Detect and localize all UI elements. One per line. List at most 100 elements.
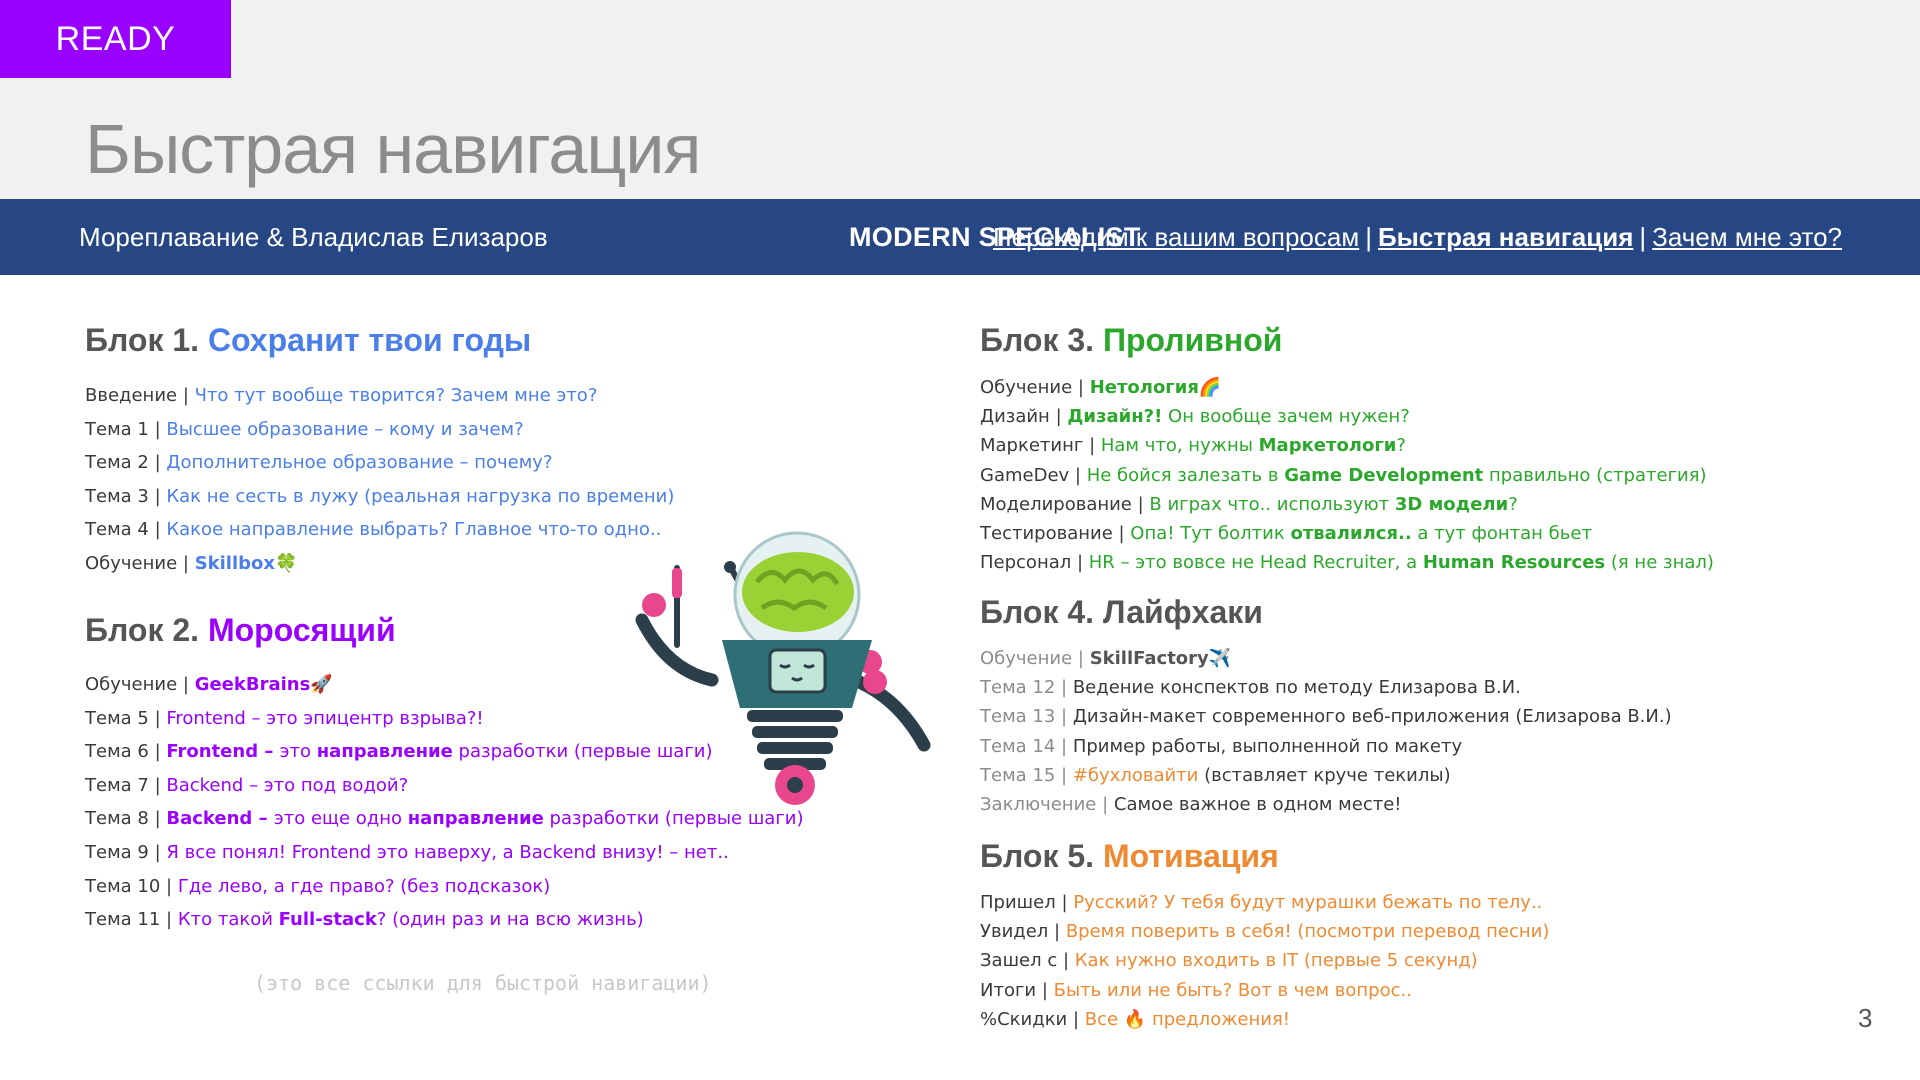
item-link-text: HR – это вовсе не Head Recruiter, а [1088, 552, 1423, 574]
block-3-heading: Блок 3. Проливной [980, 322, 1282, 359]
item-link[interactable]: Какое направление выбрать? Главное что-т… [166, 519, 661, 540]
block-4-list: Обучение | SkillFactory✈️ Тема 12 | Веде… [980, 644, 1672, 819]
item-link[interactable]: Быть или не быть? Вот в чем вопрос.. [1054, 980, 1412, 1001]
item-link[interactable]: Время поверить в себя! (посмотри перевод… [1066, 921, 1550, 942]
navigation-bar: Мореплавание & Владислав Елизаров MODERN… [0, 199, 1920, 275]
item-link[interactable]: Кто такой Full-stack? (один раз и на всю… [178, 909, 644, 930]
item-prefix: Пришел [980, 892, 1056, 913]
nav-separator: | [1639, 222, 1647, 252]
item-link[interactable]: В играх что.. используют 3D модели? [1149, 494, 1517, 515]
list-item: Тема 14 | Пример работы, выполненной по … [980, 732, 1672, 761]
nav-separator: | [1365, 222, 1372, 252]
item-link-bold: Дизайн?! [1067, 406, 1163, 428]
nav-link-questions[interactable]: Переходим к вашим вопросам [993, 222, 1359, 252]
robot-wheel-hub [787, 777, 803, 793]
robot-hand-right-fingers [863, 670, 887, 694]
item-link[interactable]: Backend – это под водой? [166, 775, 408, 796]
rainbow-icon: 🌈 [1198, 377, 1222, 398]
separator: | [1057, 950, 1075, 972]
block-3-list: Обучение | Нетология🌈 Дизайн | Дизайн?! … [980, 373, 1714, 577]
item-prefix: Итоги [980, 979, 1037, 1001]
separator: | [1131, 493, 1150, 515]
block-name: Сохранит твои годы [207, 322, 532, 358]
separator: | [148, 452, 167, 474]
item-link[interactable]: Русский? У тебя будут мурашки бежать по … [1073, 892, 1542, 913]
item-link-text: правильно (стратегия) [1483, 464, 1707, 486]
clover-icon: 🍀 [275, 552, 298, 574]
block-1-list: Введение | Что тут вообще творится? Заче… [85, 379, 674, 581]
separator: | [148, 519, 167, 541]
item-prefix: Тема 3 [85, 485, 149, 507]
item-link[interactable]: Не бойся залезать в Game Development пра… [1087, 465, 1707, 486]
separator: | [1067, 1008, 1085, 1030]
item-prefix: Тема 1 [85, 418, 149, 440]
separator: | [148, 707, 167, 729]
nav-link-why[interactable]: Зачем мне это? [1652, 222, 1842, 252]
item-link[interactable]: Я все понял! Frontend это наверху, а Bac… [166, 842, 728, 863]
item-link[interactable]: Где лево, а где право? (без подсказок) [178, 876, 550, 897]
item-link[interactable]: Frontend – это направление разработки (п… [166, 741, 712, 762]
item-prefix: Тема 5 [85, 707, 149, 729]
block-label: Блок 4. [980, 594, 1095, 630]
item-link-bold: направление [407, 808, 544, 830]
nav-links: Переходим к вашим вопросам | Быстрая навиг… [993, 199, 1842, 275]
item-link-bold: Frontend – [166, 741, 280, 763]
separator: | [1071, 552, 1089, 574]
list-item: Тема 2 | Дополнительное образование – по… [85, 446, 674, 480]
brain-icon [742, 552, 854, 632]
ready-badge: READY [0, 0, 231, 78]
block-name: Лайфхаки [1102, 594, 1263, 630]
item-prefix: Тема 11 [85, 909, 161, 931]
separator: | [1096, 793, 1114, 815]
list-item: Заключение | Самое важное в одном месте! [980, 790, 1672, 819]
item-link[interactable]: Как не сесть в лужу (реальная нагрузка п… [166, 486, 674, 507]
item-link[interactable]: #бухловайти (вставляет круче текилы) [1073, 765, 1451, 786]
item-link[interactable]: Frontend – это эпицентр взрыва?! [166, 708, 483, 729]
item-link[interactable]: Как нужно входить в IT (первые 5 секунд) [1075, 950, 1478, 971]
item-link[interactable]: GeekBrains [195, 674, 311, 695]
item-prefix: Введение [85, 385, 178, 406]
item-prefix: Обучение [85, 552, 178, 574]
item-link[interactable]: Опа! Тут болтик отвалился.. а тут фонтан… [1130, 523, 1592, 544]
item-link[interactable]: SkillFactory [1090, 648, 1209, 669]
item-link[interactable]: Что тут вообще творится? Зачем мне это? [195, 385, 598, 406]
list-item: Тема 4 | Какое направление выбрать? Глав… [85, 513, 674, 547]
item-prefix: Обучение [980, 648, 1073, 669]
list-item: Обучение | SkillFactory✈️ [980, 644, 1672, 673]
item-link[interactable]: Backend – это еще одно направление разра… [166, 808, 803, 829]
list-item: %Скидки | Все 🔥 предложения! [980, 1005, 1549, 1034]
item-prefix: Заключение [980, 793, 1097, 815]
robot-brain-illustration [635, 531, 931, 805]
item-link[interactable]: Дизайн-макет современного веб-приложения… [1073, 706, 1672, 727]
list-item: Тема 13 | Дизайн-макет современного веб-… [980, 702, 1672, 731]
list-item: Увидел | Время поверить в себя! (посмотр… [980, 917, 1549, 946]
item-link[interactable]: Самое важное в одном месте! [1114, 794, 1402, 815]
nav-link-quick-navigation[interactable]: Быстрая навигация [1378, 222, 1633, 252]
item-prefix: Увидел [980, 921, 1049, 943]
item-link-text: Все [1084, 1008, 1124, 1030]
item-link-bold: Game Development [1284, 464, 1484, 486]
separator: | [148, 774, 167, 796]
separator: | [1048, 921, 1066, 943]
item-prefix: Тема 13 [980, 706, 1056, 728]
block-5-list: Пришел | Русский? У тебя будут мурашки б… [980, 888, 1549, 1034]
item-prefix: Тема 6 [85, 741, 149, 763]
block-label: Блок 5. [980, 838, 1095, 874]
list-item: Итоги | Быть или не быть? Вот в чем вопр… [980, 976, 1549, 1005]
item-link[interactable]: HR – это вовсе не Head Recruiter, а Huma… [1089, 552, 1714, 573]
list-item: Дизайн | Дизайн?! Он вообще зачем нужен? [980, 402, 1714, 431]
item-prefix: Моделирование [980, 493, 1132, 515]
item-link[interactable]: Нетология [1090, 377, 1199, 398]
item-link[interactable]: Ведение конспектов по методу Елизарова В… [1073, 677, 1521, 698]
item-link[interactable]: Все 🔥 предложения! [1085, 1009, 1290, 1030]
item-link[interactable]: Высшее образование – кому и зачем? [166, 419, 523, 440]
item-link[interactable]: Нам что, нужны Маркетологи? [1101, 435, 1406, 456]
item-link[interactable]: Дополнительное образование – почему? [166, 452, 552, 473]
block-1-heading: Блок 1. Сохранит твои годы [85, 322, 531, 359]
item-link-text: это еще одно [273, 808, 408, 830]
item-link[interactable]: Пример работы, выполненной по макету [1073, 736, 1462, 757]
item-link[interactable]: Skillbox [195, 553, 275, 574]
page-number: 3 [1858, 1003, 1873, 1033]
item-link[interactable]: Дизайн?! Он вообще зачем нужен? [1067, 406, 1409, 427]
separator: | [148, 741, 167, 763]
